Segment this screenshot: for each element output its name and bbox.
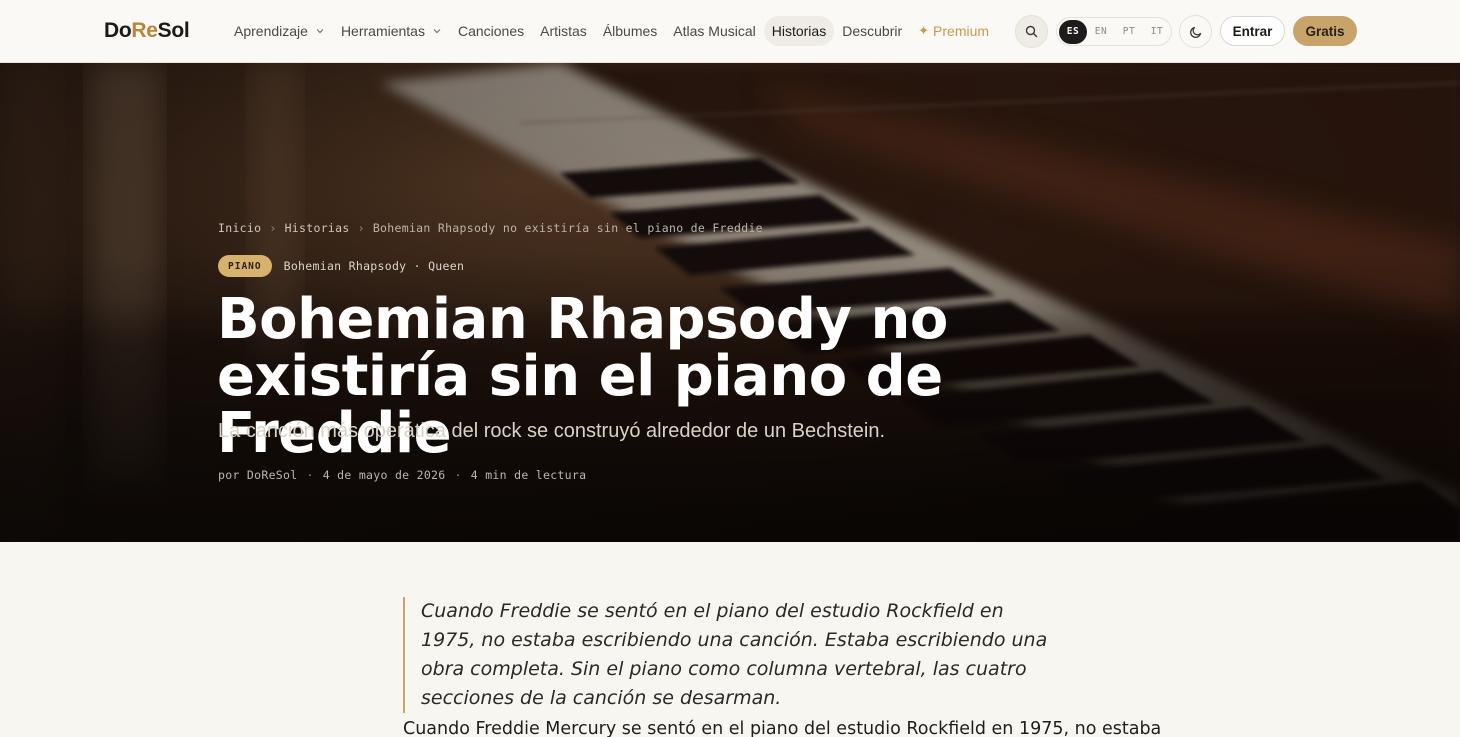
menu-item-aprendizaje[interactable]: Aprendizaje xyxy=(226,16,333,46)
language-option-en[interactable]: EN xyxy=(1087,20,1115,44)
search-icon xyxy=(1025,25,1038,38)
breadcrumb-home[interactable]: Inicio xyxy=(218,221,261,235)
moon-icon xyxy=(1189,26,1201,38)
story-tags: PIANO Bohemian Rhapsody · Queen xyxy=(218,255,464,277)
logo[interactable]: DoReSol xyxy=(104,19,190,43)
separator-dot: · xyxy=(454,468,462,482)
main-menu: Aprendizaje Herramientas Canciones Artis… xyxy=(226,16,997,46)
search-button[interactable] xyxy=(1015,15,1048,48)
hero-section: Inicio › Historias › Bohemian Rhapsody n… xyxy=(0,63,1460,542)
breadcrumb-current: Bohemian Rhapsody no existiría sin el pi… xyxy=(372,221,763,235)
pull-quote: Cuando Freddie se sentó en el piano del … xyxy=(403,597,1063,713)
chevron-down-icon xyxy=(433,29,441,34)
breadcrumb-section[interactable]: Historias xyxy=(285,221,350,235)
song-reference: Bohemian Rhapsody · Queen xyxy=(283,259,465,273)
language-option-it[interactable]: IT xyxy=(1143,20,1171,44)
page-subtitle: La canción más operática del rock se con… xyxy=(218,420,886,442)
read-time: 4 min de lectura xyxy=(470,468,587,482)
menu-item-historias[interactable]: Historias xyxy=(763,16,835,46)
publish-date: 4 de mayo de 2026 xyxy=(322,468,446,482)
menu-item-herramientas[interactable]: Herramientas xyxy=(333,16,450,46)
signup-button[interactable]: Gratis xyxy=(1293,16,1357,46)
menu-item-label: Premium xyxy=(933,23,990,39)
menu-item-canciones[interactable]: Canciones xyxy=(450,16,532,46)
login-button[interactable]: Entrar xyxy=(1220,16,1285,46)
chevron-right-icon: › xyxy=(269,221,277,235)
menu-item-artistas[interactable]: Artistas xyxy=(532,16,595,46)
menu-item-albumes[interactable]: Álbumes xyxy=(595,16,665,46)
theme-toggle-button[interactable] xyxy=(1179,15,1212,48)
article-meta: por DoReSol · 4 de mayo de 2026 · 4 min … xyxy=(218,468,586,482)
menu-item-label: Canciones xyxy=(457,23,525,39)
menu-item-label: Descubrir xyxy=(842,23,903,39)
chevron-right-icon: › xyxy=(357,221,365,235)
menu-item-premium[interactable]: ✦ Premium xyxy=(910,16,997,46)
separator-dot: · xyxy=(306,468,314,482)
top-navbar: DoReSol Aprendizaje Herramientas Cancion… xyxy=(0,0,1460,63)
breadcrumb: Inicio › Historias › Bohemian Rhapsody n… xyxy=(218,221,763,235)
language-option-pt[interactable]: PT xyxy=(1115,20,1143,44)
menu-item-atlas-musical[interactable]: Atlas Musical xyxy=(665,16,763,46)
chevron-down-icon xyxy=(316,29,324,34)
menu-item-label: Historias xyxy=(771,23,827,39)
menu-item-label: Álbumes xyxy=(602,23,658,39)
category-badge[interactable]: PIANO xyxy=(218,255,272,277)
article-paragraph: Cuando Freddie Mercury se sentó en el pi… xyxy=(403,719,1162,737)
menu-item-label: Aprendizaje xyxy=(234,23,308,39)
language-switcher: ES EN PT IT xyxy=(1056,17,1172,46)
menu-item-label: Artistas xyxy=(540,23,587,39)
author: por DoReSol xyxy=(218,468,298,482)
menu-item-label: Herramientas xyxy=(340,23,425,39)
menu-item-label: Atlas Musical xyxy=(673,23,756,39)
menu-item-descubrir[interactable]: Descubrir xyxy=(834,16,910,46)
sparkle-icon: ✦ xyxy=(918,23,930,38)
language-option-es[interactable]: ES xyxy=(1059,19,1087,44)
